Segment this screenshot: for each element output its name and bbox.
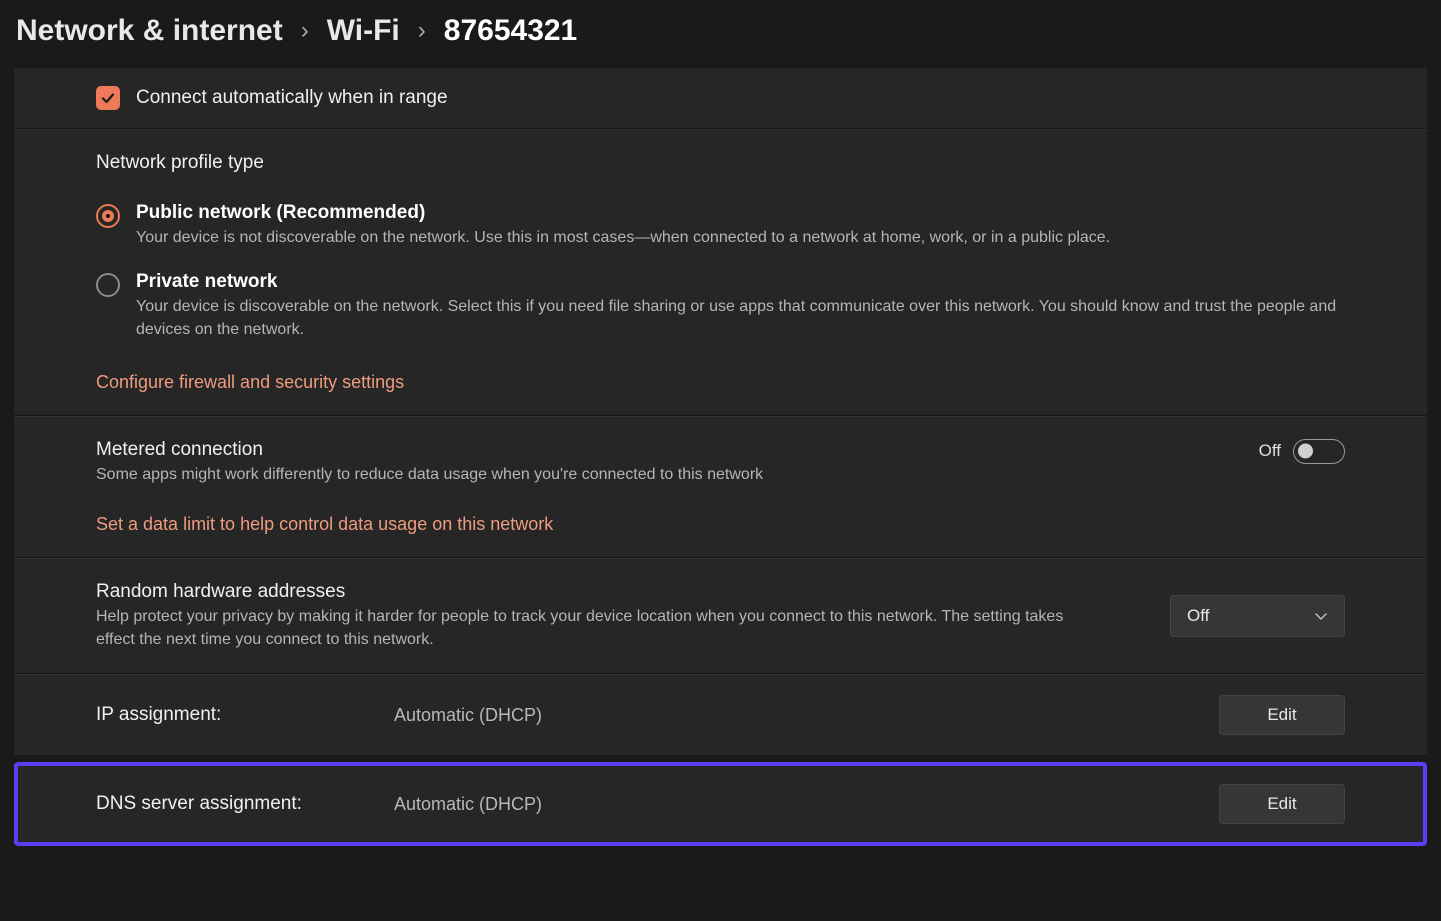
dns-assignment-label: DNS server assignment:: [96, 793, 394, 815]
checkbox-checked-icon[interactable]: [96, 86, 120, 110]
breadcrumb-item-ssid: 87654321: [444, 14, 577, 48]
metered-toggle[interactable]: [1293, 439, 1345, 464]
chevron-right-icon: ›: [418, 17, 426, 45]
metered-toggle-wrap: Off: [1259, 439, 1345, 464]
panel-network-profile: Network profile type Public network (Rec…: [14, 129, 1427, 416]
data-limit-link[interactable]: Set a data limit to help control data us…: [96, 514, 553, 535]
panel-metered-connection: Metered connection Some apps might work …: [14, 416, 1427, 558]
panel-dns-assignment-highlighted: DNS server assignment: Automatic (DHCP) …: [14, 762, 1427, 846]
dns-assignment-value: Automatic (DHCP): [394, 794, 542, 815]
random-mac-dropdown[interactable]: Off: [1170, 595, 1345, 637]
radio-private-title: Private network: [136, 271, 1345, 293]
connect-automatically-row[interactable]: Connect automatically when in range: [96, 86, 1345, 110]
random-mac-desc: Help protect your privacy by making it h…: [96, 605, 1076, 651]
toggle-thumb-icon: [1298, 444, 1313, 459]
panel-connect-automatically: Connect automatically when in range: [14, 68, 1427, 129]
ip-assignment-label: IP assignment:: [96, 704, 394, 726]
radio-public-network[interactable]: Public network (Recommended) Your device…: [96, 202, 1345, 249]
random-mac-title: Random hardware addresses: [96, 581, 1076, 603]
radio-public-desc: Your device is not discoverable on the n…: [136, 226, 1345, 249]
metered-title: Metered connection: [96, 439, 1076, 461]
random-mac-value: Off: [1187, 606, 1209, 626]
network-profile-title: Network profile type: [96, 152, 1345, 174]
firewall-settings-link[interactable]: Configure firewall and security settings: [96, 372, 404, 393]
chevron-down-icon: [1314, 609, 1328, 623]
breadcrumb-item-wifi[interactable]: Wi-Fi: [327, 14, 400, 48]
chevron-right-icon: ›: [301, 17, 309, 45]
panel-ip-assignment: IP assignment: Automatic (DHCP) Edit: [14, 674, 1427, 756]
radio-public-title: Public network (Recommended): [136, 202, 1345, 224]
breadcrumb: Network & internet › Wi-Fi › 87654321: [0, 0, 1441, 68]
dns-assignment-edit-button[interactable]: Edit: [1219, 784, 1345, 824]
radio-selected-icon[interactable]: [96, 204, 120, 228]
radio-unselected-icon[interactable]: [96, 273, 120, 297]
ip-assignment-value: Automatic (DHCP): [394, 705, 542, 726]
radio-private-network[interactable]: Private network Your device is discovera…: [96, 271, 1345, 341]
breadcrumb-item-network[interactable]: Network & internet: [16, 14, 283, 48]
panel-random-mac: Random hardware addresses Help protect y…: [14, 558, 1427, 674]
radio-private-desc: Your device is discoverable on the netwo…: [136, 295, 1345, 341]
metered-desc: Some apps might work differently to redu…: [96, 463, 1076, 486]
metered-toggle-label: Off: [1259, 441, 1281, 461]
connect-automatically-label: Connect automatically when in range: [136, 87, 448, 109]
ip-assignment-edit-button[interactable]: Edit: [1219, 695, 1345, 735]
